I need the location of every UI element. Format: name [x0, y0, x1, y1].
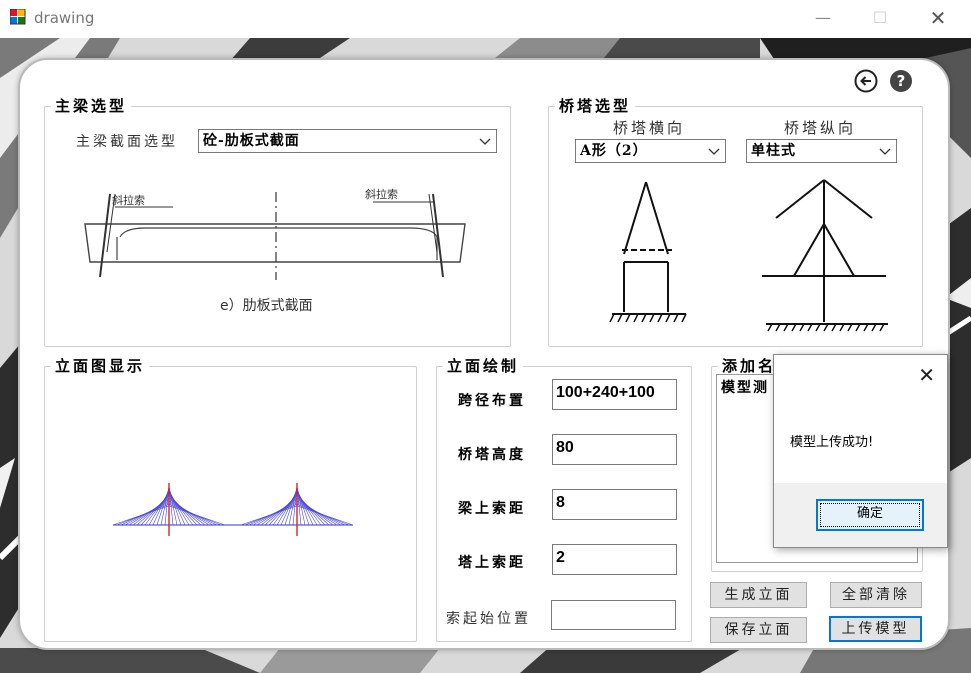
girder-section-diagram: 斜拉索 斜拉索 e）肋板式截面 — [55, 162, 475, 322]
span-layout-label: 跨径布置 — [458, 393, 526, 409]
elevation-view-title: 立面图显示 — [51, 357, 150, 375]
girder-group-title: 主梁选型 — [51, 97, 132, 115]
girder-cable-spacing-input[interactable]: 8 — [552, 489, 677, 520]
cable-label-right: 斜拉索 — [365, 187, 398, 201]
app-icon — [10, 9, 26, 25]
tower-transverse-dropdown[interactable]: A形（2） — [575, 139, 726, 163]
girder-section-value: 砼-肋板式截面 — [203, 133, 300, 149]
add-model-title: 添加名 — [718, 357, 781, 375]
tower-longitudinal-diagram — [762, 172, 892, 340]
tower-transverse-value: A形（2） — [580, 143, 648, 159]
generate-elevation-button[interactable]: 生成立面 — [710, 582, 807, 608]
girder-section-dropdown[interactable]: 砼-肋板式截面 — [198, 129, 497, 153]
chevron-down-icon — [479, 138, 491, 145]
clear-all-button[interactable]: 全部清除 — [830, 582, 922, 608]
chevron-down-icon — [879, 148, 891, 155]
stay-cable — [296, 505, 354, 526]
tower-longitudinal-label: 桥塔纵向 — [784, 119, 857, 137]
tower-longitudinal-dropdown[interactable]: 单柱式 — [746, 139, 897, 163]
cable-start-label: 索起始位置 — [446, 611, 531, 627]
dialog-footer: 确定 — [774, 483, 947, 547]
span-layout-input[interactable]: 100+240+100 — [552, 379, 677, 410]
cable-start-input[interactable] — [551, 600, 676, 630]
chevron-down-icon — [708, 148, 720, 155]
back-arrow-icon[interactable] — [854, 69, 878, 93]
tower-cable-spacing-input[interactable]: 2 — [552, 544, 677, 575]
elevation-draw-title: 立面绘制 — [443, 357, 524, 375]
stay-cable — [168, 505, 226, 526]
dialog-ok-button[interactable]: 确定 — [816, 499, 924, 531]
dialog-close-button[interactable]: ✕ — [918, 363, 935, 387]
elevation-canvas — [112, 483, 354, 536]
dialog-message: 模型上传成功! — [790, 435, 874, 450]
close-button[interactable]: ✕ — [915, 0, 961, 36]
diagram-caption: e）肋板式截面 — [220, 298, 313, 314]
message-dialog: ✕ 模型上传成功! 确定 — [773, 354, 948, 548]
tower-longitudinal-value: 单柱式 — [751, 143, 796, 159]
stay-cable — [240, 505, 298, 526]
help-icon[interactable]: ? — [889, 69, 913, 93]
tower-height-label: 桥塔高度 — [458, 447, 526, 463]
stay-cable — [112, 505, 170, 526]
girder-cable-spacing-label: 梁上索距 — [458, 501, 526, 517]
model-list-item[interactable]: 模型测 — [721, 377, 769, 397]
title-bar: drawing — ☐ ✕ — [0, 0, 971, 38]
svg-text:?: ? — [897, 72, 906, 90]
tower-group-title: 桥塔选型 — [555, 97, 636, 115]
save-elevation-button[interactable]: 保存立面 — [710, 617, 807, 643]
tower-transverse-label: 桥塔横向 — [613, 119, 686, 137]
girder-section-label: 主梁截面选型 — [76, 134, 178, 150]
cable-label-left: 斜拉索 — [112, 193, 145, 207]
upload-model-button[interactable]: 上传模型 — [829, 616, 922, 642]
minimize-button[interactable]: — — [800, 0, 846, 36]
tower-cable-spacing-label: 塔上索距 — [458, 555, 526, 571]
maximize-button[interactable]: ☐ — [857, 0, 903, 36]
focus-indicator — [820, 503, 920, 527]
window-title: drawing — [34, 9, 95, 27]
tower-transverse-diagram — [596, 172, 702, 334]
tower-height-input[interactable]: 80 — [552, 434, 677, 465]
